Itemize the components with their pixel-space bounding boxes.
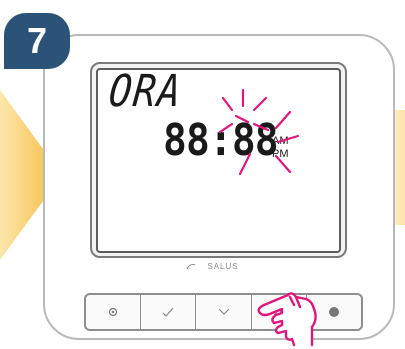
step-number-badge: 7 <box>4 13 70 69</box>
chevron-down-icon <box>218 308 229 315</box>
pressing-hand-icon <box>257 292 317 347</box>
settings-button[interactable] <box>86 295 142 329</box>
step-number: 7 <box>26 20 48 61</box>
confirm-button[interactable] <box>141 295 197 329</box>
brand-name: SALUS <box>207 262 239 271</box>
gear-icon <box>108 307 118 317</box>
check-icon <box>162 307 174 317</box>
flash-rays-icon <box>218 88 300 176</box>
lcd-label: ORA <box>106 66 185 117</box>
down-button[interactable] <box>196 295 252 329</box>
